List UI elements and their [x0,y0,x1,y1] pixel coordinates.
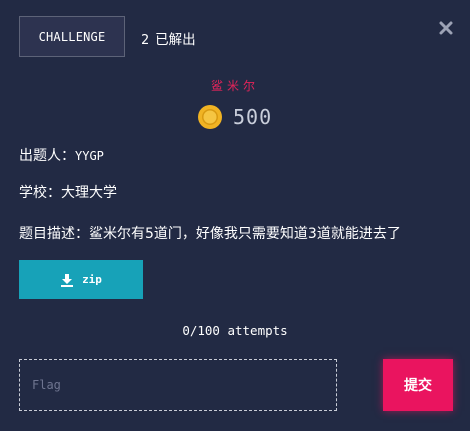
school-line: 学校：大理大学 [19,182,117,202]
flag-input[interactable] [19,359,337,411]
author-line: 出题人：YYGP [19,145,104,165]
school-value: 大理大学 [61,185,117,201]
download-icon [61,273,74,287]
submit-button[interactable]: 提交 [383,359,453,411]
download-attachment-button[interactable]: zip [19,260,143,299]
solves-counter: 2 已解出 [141,28,196,48]
author-value: YYGP [75,149,104,163]
author-label: 出题人： [19,148,75,164]
coin-icon [198,105,222,129]
description-label: 题目描述： [19,226,89,242]
solves-count: 2 [141,32,150,48]
close-icon [439,21,453,35]
tab-challenge-label: CHALLENGE [38,29,106,44]
challenge-points: 500 [233,105,273,129]
challenge-name: 鲨米尔 [210,79,259,93]
tab-challenge[interactable]: CHALLENGE [19,16,125,57]
description-line: 题目描述：鲨米尔有5道门，好像我只需要知道3道就能进去了 [19,223,401,243]
description-text: 鲨米尔有5道门，好像我只需要知道3道就能进去了 [89,226,401,242]
close-button[interactable] [438,20,454,36]
attachment-label: zip [82,273,102,286]
points-display: 500 [197,104,272,130]
attempts-counter: 0/100 attempts [182,323,288,338]
school-label: 学校： [19,185,61,201]
solves-label: 已解出 [155,32,196,48]
